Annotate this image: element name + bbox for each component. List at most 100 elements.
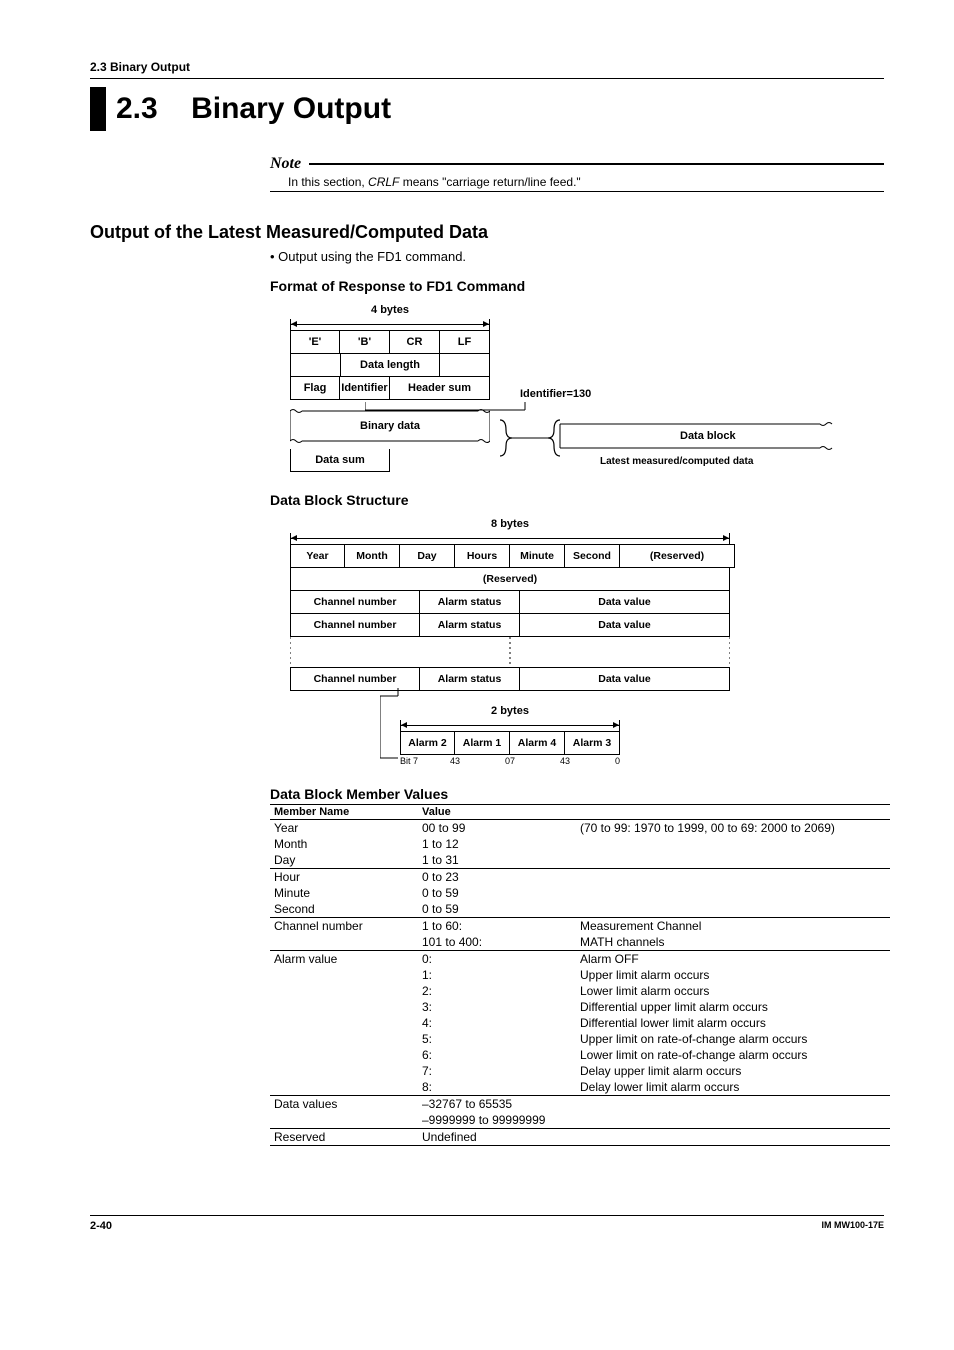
cell-value: 1 to 60: — [418, 918, 576, 935]
cell-year: Year — [290, 544, 345, 568]
section-bar — [90, 87, 106, 131]
table-row: Year00 to 99(70 to 99: 1970 to 1999, 00 … — [270, 820, 890, 837]
table-row: Second0 to 59 — [270, 901, 890, 918]
section-number: 2.3 — [116, 92, 158, 125]
footer-doc: IM MW100-17E — [821, 1220, 884, 1232]
cell-desc: Measurement Channel — [576, 918, 890, 935]
cell-headersum: Header sum — [390, 377, 490, 400]
cell-datasum: Data sum — [290, 449, 390, 472]
cell-value: 7: — [418, 1063, 576, 1079]
cell-chnum2: Channel number — [290, 614, 420, 637]
cell-value: 0 to 59 — [418, 885, 890, 901]
table-row: 3:Differential upper limit alarm occurs — [270, 999, 890, 1015]
table-row: 2:Lower limit alarm occurs — [270, 983, 890, 999]
diagram-fd1-response: 4 bytes 'E' 'B' CR LF Data length Flag I… — [290, 304, 850, 472]
cell-value: 0 to 23 — [418, 869, 890, 886]
cell-member-name — [270, 999, 418, 1015]
cell-value: 6: — [418, 1047, 576, 1063]
cell-as1: Alarm status — [420, 591, 520, 614]
cell-reserved2: (Reserved) — [290, 568, 730, 591]
cell-day: Day — [400, 544, 455, 568]
cell-value: 1 to 12 — [418, 836, 890, 852]
label-identifier130: Identifier=130 — [520, 388, 591, 400]
dim-arrow-4bytes — [290, 320, 490, 330]
section-title: 2.3 Binary Output — [116, 87, 391, 131]
cell-member-name: Hour — [270, 869, 418, 886]
cell-value: 0: — [418, 951, 576, 968]
cell-desc: Alarm OFF — [576, 951, 890, 968]
bit-4b: 4 — [522, 756, 565, 766]
cell-as3: Alarm status — [420, 667, 520, 691]
table-row: 8:Delay lower limit alarm occurs — [270, 1079, 890, 1096]
table-row: Minute0 to 59 — [270, 885, 890, 901]
cell-value: 8: — [418, 1079, 576, 1096]
cell-member-name: Alarm value — [270, 951, 418, 968]
cell-alarm4: Alarm 4 — [510, 731, 565, 755]
th-member-name: Member Name — [270, 805, 418, 820]
dim-arrow-8bytes — [290, 534, 730, 544]
cell-as2: Alarm status — [420, 614, 520, 637]
table-row: 7:Delay upper limit alarm occurs — [270, 1063, 890, 1079]
table-row: 101 to 400:MATH channels — [270, 934, 890, 951]
bit-0b: 0 — [577, 756, 620, 766]
cell-alarm3: Alarm 3 — [565, 731, 620, 755]
table-row: Month1 to 12 — [270, 836, 890, 852]
running-head: 2.3 Binary Output — [90, 60, 884, 74]
table-row: Data values–32767 to 65535 — [270, 1096, 890, 1113]
cell-datalen: Data length — [340, 354, 440, 377]
table-row: Alarm value0:Alarm OFF — [270, 951, 890, 968]
bit-labels: Bit 7 4 3 0 7 4 3 0 — [400, 756, 790, 766]
table-row: 5:Upper limit on rate-of-change alarm oc… — [270, 1031, 890, 1047]
note-line — [309, 163, 884, 165]
cell-dv2: Data value — [520, 614, 730, 637]
cell-cr: CR — [390, 330, 440, 354]
note-block: Note In this section, CRLF means "carria… — [270, 155, 884, 192]
member-values-block: Data Block Member Values Member Name Val… — [270, 786, 884, 1146]
cell-member-name — [270, 1112, 418, 1129]
cell-member-name — [270, 967, 418, 983]
cell-member-name — [270, 983, 418, 999]
cell-hours: Hours — [455, 544, 510, 568]
break-gap — [290, 637, 730, 667]
cell-value: 3: — [418, 999, 576, 1015]
label-datablock: Data block — [680, 430, 736, 442]
cell-alarm1: Alarm 1 — [455, 731, 510, 755]
cell-member-name — [270, 1031, 418, 1047]
note-prefix: In this section, — [288, 175, 368, 189]
cell-desc: Delay lower limit alarm occurs — [576, 1079, 890, 1096]
cell-value: 101 to 400: — [418, 934, 576, 951]
cell-reserved1: (Reserved) — [620, 544, 735, 568]
cell-desc: Upper limit alarm occurs — [576, 967, 890, 983]
table-row: –9999999 to 99999999 — [270, 1112, 890, 1129]
section-title-text: Binary Output — [191, 92, 391, 125]
footer-page: 2-40 — [90, 1220, 112, 1232]
cell-blank1 — [290, 354, 340, 377]
cell-desc: Differential lower limit alarm occurs — [576, 1015, 890, 1031]
cell-value: 1 to 31 — [418, 852, 890, 869]
cell-desc: Lower limit on rate-of-change alarm occu… — [576, 1047, 890, 1063]
member-table: Member Name Value Year00 to 99(70 to 99:… — [270, 804, 890, 1146]
bit-7b: 7 — [510, 756, 522, 766]
table-row: 6:Lower limit on rate-of-change alarm oc… — [270, 1047, 890, 1063]
bullet-output: Output using the FD1 command. — [270, 249, 884, 264]
cell-b: 'B' — [340, 330, 390, 354]
cell-member-name: Month — [270, 836, 418, 852]
note-text: In this section, CRLF means "carriage re… — [288, 175, 884, 189]
note-suffix: means "carriage return/line feed." — [399, 175, 580, 189]
cell-desc: Differential upper limit alarm occurs — [576, 999, 890, 1015]
cell-flag: Flag — [290, 377, 340, 400]
cell-desc: (70 to 99: 1970 to 1999, 00 to 69: 2000 … — [576, 820, 890, 837]
cell-desc: Upper limit on rate-of-change alarm occu… — [576, 1031, 890, 1047]
cell-member-name: Second — [270, 901, 418, 918]
cell-member-name: Data values — [270, 1096, 418, 1113]
cell-desc: Delay upper limit alarm occurs — [576, 1063, 890, 1079]
dim-arrow-2bytes — [400, 721, 620, 731]
cell-member-name: Year — [270, 820, 418, 837]
cell-member-name: Channel number — [270, 918, 418, 935]
subhead-dbs: Data Block Structure — [270, 492, 884, 508]
cell-identifier: Identifier — [340, 377, 390, 400]
cell-value: Undefined — [418, 1129, 890, 1146]
table-row: Day1 to 31 — [270, 852, 890, 869]
cell-value: 2: — [418, 983, 576, 999]
section-title-row: 2.3 Binary Output — [90, 87, 884, 131]
